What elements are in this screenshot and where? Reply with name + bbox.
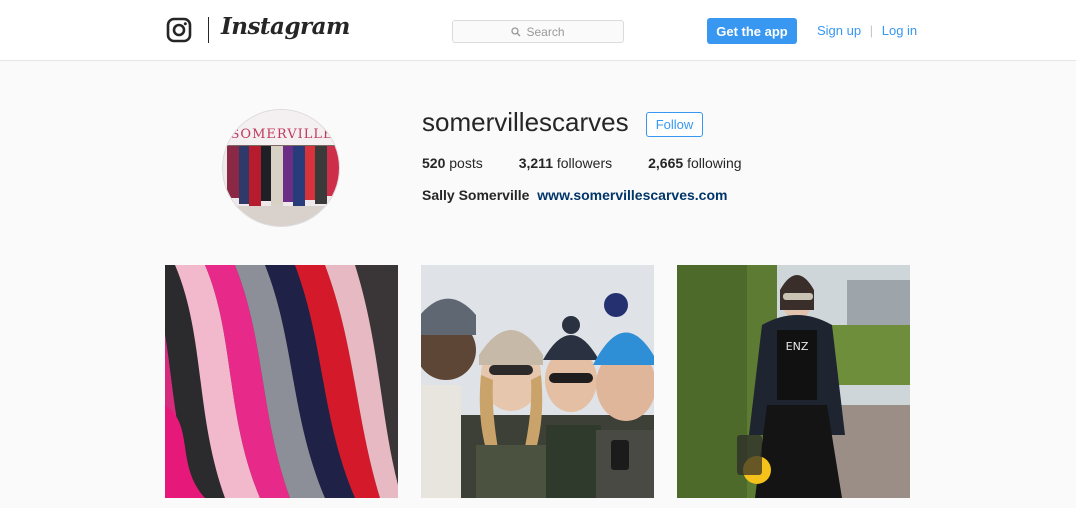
following-label: following (687, 155, 742, 171)
followers-label: followers (556, 155, 613, 171)
log-in-link[interactable]: Log in (882, 23, 917, 38)
instagram-wordmark[interactable]: Instagram (221, 13, 350, 40)
sign-up-link[interactable]: Sign up (817, 23, 861, 38)
search-placeholder: Search (526, 24, 565, 39)
svg-text:ENZ: ENZ (786, 340, 809, 353)
profile-bio: Sally Somerville www.somervillescarves.c… (422, 187, 727, 203)
profile-username: somervillescarves (422, 107, 629, 137)
top-nav-bar: Instagram Search Get the app Sign up | L… (0, 0, 1076, 61)
posts-label: posts (449, 155, 483, 171)
profile-website-link[interactable]: www.somervillescarves.com (537, 187, 727, 203)
post-thumbnail-scarves[interactable] (165, 265, 398, 498)
logo-divider (208, 17, 209, 43)
posts-stat: 520 posts (422, 155, 483, 171)
followers-stat[interactable]: 3,211 followers (519, 155, 612, 171)
profile-full-name: Sally Somerville (422, 187, 530, 203)
following-stat[interactable]: 2,665 following (648, 155, 741, 171)
search-input[interactable]: Search (452, 20, 624, 43)
instagram-camera-icon[interactable] (166, 17, 192, 43)
avatar-sign-text: SOMERVILLE (231, 127, 334, 142)
get-the-app-button[interactable]: Get the app (707, 18, 797, 44)
post-thumbnail-street-style[interactable]: ENZ (677, 265, 910, 498)
auth-links: Sign up | Log in (817, 23, 917, 38)
following-count: 2,665 (648, 155, 684, 171)
post-thumbnail-selfie[interactable] (421, 265, 654, 498)
profile-stats: 520 posts 3,211 followers 2,665 followin… (422, 155, 778, 171)
profile-avatar[interactable]: SOMERVILLE (222, 109, 340, 227)
auth-separator: | (869, 23, 874, 38)
search-icon (511, 26, 521, 36)
posts-count: 520 (422, 155, 446, 171)
followers-count: 3,211 (518, 155, 553, 171)
follow-button[interactable]: Follow (646, 112, 703, 137)
